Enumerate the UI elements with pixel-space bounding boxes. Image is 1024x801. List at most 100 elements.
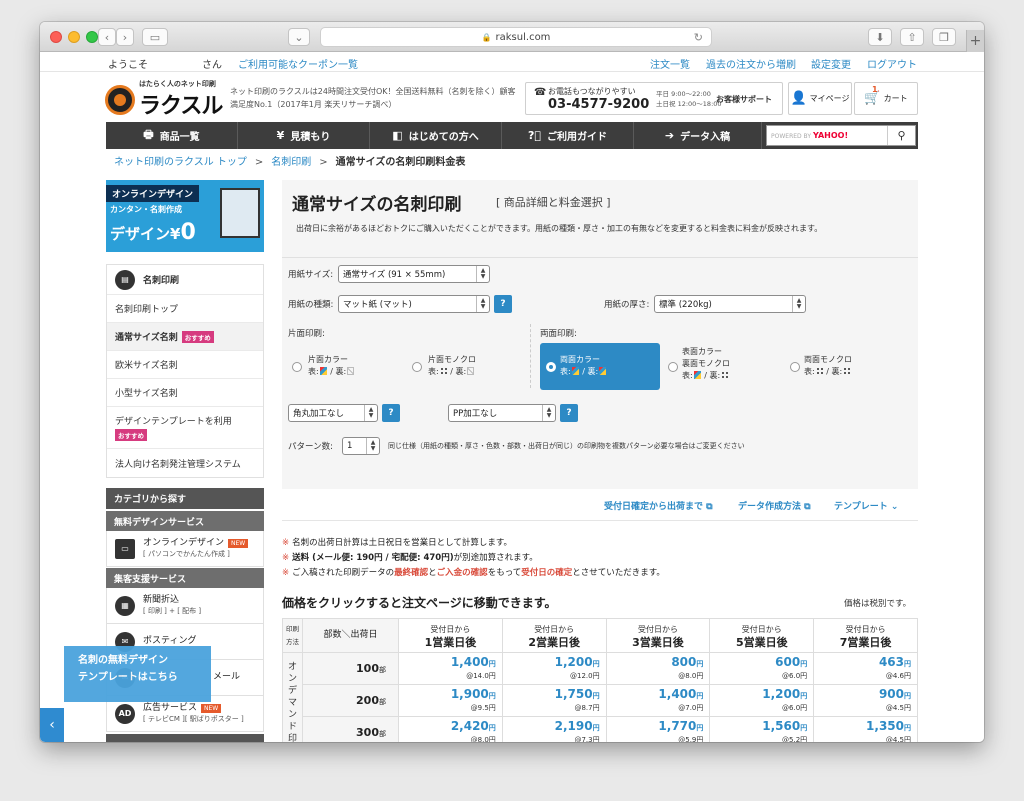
tabs-button[interactable]: ❐ (932, 28, 956, 46)
corner-select[interactable]: 角丸加工なし ▲ ▼ (288, 404, 378, 422)
phone-icon: ☎ (534, 87, 547, 98)
price-value: 1,750円 (503, 688, 600, 702)
price-cell[interactable]: 1,200円 @6.0円 (709, 684, 815, 717)
pp-select[interactable]: PP加工なし ▲ ▼ (448, 404, 556, 422)
nav-beginners[interactable]: ◧ はじめての方へ (370, 122, 502, 149)
welcome-text: ようこそ (108, 60, 148, 71)
reorder-link[interactable]: 過去の注文から増刷 (706, 56, 796, 71)
share-button[interactable]: ⇧ (900, 28, 924, 46)
back-button[interactable]: ‹ (98, 28, 116, 46)
nav-upload[interactable]: ➔ データ入稿 (634, 122, 762, 149)
zoom-window-button[interactable] (86, 31, 98, 43)
pattern-select[interactable]: 1 ▲ ▼ (342, 437, 380, 455)
price-cell[interactable]: 1,560円 @5.2円 (709, 716, 815, 742)
browser-window: ‹ › ▭ ⌄ 🔒 raksul.com ↻ ⬇ ⇧ ❐ + ようこそ さん ご… (40, 22, 984, 742)
order-list-link[interactable]: 注文一覧 (650, 56, 690, 71)
search-button[interactable]: ⚲ (887, 126, 915, 145)
site-search[interactable]: POWERED BY YAHOO! ⚲ (766, 125, 916, 146)
sidebar-item-standard[interactable]: 通常サイズ名刺 おすすめ (107, 323, 263, 351)
thickness-select[interactable]: 標準 (220kg) ▲ ▼ (654, 295, 806, 313)
double-side-label: 両面印刷: (540, 329, 577, 339)
color-swatch-icon (693, 371, 701, 379)
phone-support-box[interactable]: ☎ お電話もつながりやすい 03-4577-9200 平日 9:00〜22:00… (525, 82, 783, 115)
minimize-window-button[interactable] (68, 31, 80, 43)
forward-button[interactable]: › (116, 28, 134, 46)
sidebar-toggle-button[interactable]: ▭ (142, 28, 168, 46)
pp-help-button[interactable]: ? (560, 404, 578, 422)
settings-link[interactable]: 設定変更 (811, 56, 851, 71)
cart-button[interactable]: 🛒 1 カート (854, 82, 918, 115)
reload-icon[interactable]: ↻ (694, 31, 703, 44)
price-amount: 1,400 (658, 686, 697, 701)
shipping-flow-link[interactable]: 受付日確定から出荷まで ⧉ (604, 499, 713, 512)
free-template-promo[interactable]: 名刺の無料デザイン テンプレートはこちら (64, 646, 211, 702)
single-mono-option[interactable]: 片面モノクロ 表: / 裏: (428, 354, 476, 378)
sidebar-item-template[interactable]: デザインテンプレートを利用 おすすめ (107, 407, 263, 449)
day-header: 受付日から 1営業日後 (398, 618, 503, 653)
price-cell[interactable]: 900円 @4.5円 (813, 684, 918, 717)
price-cell[interactable]: 1,900円 @9.5円 (398, 684, 503, 717)
category-text: オンラインデザイン NEW[ パソコンでかんたん作成 ] (143, 538, 249, 560)
price-cell[interactable]: 1,750円 @8.7円 (501, 684, 607, 717)
search-brand: YAHOO! (812, 131, 849, 140)
breadcrumb-meishi[interactable]: 名刺印刷 (271, 157, 311, 168)
sidebar-item-corporate[interactable]: 法人向け名刺発注管理システム (107, 449, 263, 477)
paper-select[interactable]: マット紙 (マット) ▲ ▼ (338, 295, 490, 313)
breadcrumb-home[interactable]: ネット印刷のラクスル トップ (114, 157, 247, 168)
qty-header: 部数＼出荷日 (302, 618, 399, 653)
single-side-label: 片面印刷: (288, 329, 325, 339)
category-sub: [ パソコンでかんたん作成 ] (143, 549, 230, 558)
address-bar[interactable]: 🔒 raksul.com ↻ (320, 27, 712, 47)
price-cell[interactable]: 1,400円 @14.0円 (398, 652, 503, 685)
close-window-button[interactable] (50, 31, 62, 43)
price-cell[interactable]: 800円 @8.0円 (605, 652, 711, 685)
corner-help-button[interactable]: ? (382, 404, 400, 422)
mypage-button[interactable]: 👤 マイページ (788, 82, 852, 115)
price-cell[interactable]: 1,200円 @12.0円 (501, 652, 607, 685)
sidebar-item-small[interactable]: 小型サイズ名刺 (107, 379, 263, 407)
price-cell[interactable]: 1,350円 @4.5円 (813, 716, 918, 742)
sidebar-item-label: 小型サイズ名刺 (115, 389, 178, 399)
hours-weekday: 平日 9:00〜22:00 (656, 90, 711, 98)
price-amount: 463 (878, 654, 904, 669)
double-color-radio[interactable] (546, 362, 556, 372)
logout-link[interactable]: ログアウト (867, 56, 917, 71)
sidebar-item-western[interactable]: 欧米サイズ名刺 (107, 351, 263, 379)
new-tab-button[interactable]: + (966, 30, 984, 52)
paper-help-button[interactable]: ? (494, 295, 512, 313)
sidebar-item-top[interactable]: 名刺印刷トップ (107, 295, 263, 323)
price-value: 1,400円 (607, 686, 703, 702)
nav-guide[interactable]: ?⃝ ご利用ガイド (502, 122, 634, 149)
nav-estimate[interactable]: ¥ 見積もり (238, 122, 370, 149)
coupon-link[interactable]: ご利用可能なクーポン一覧 (238, 56, 358, 71)
price-cell[interactable]: 2,190円 @7.3円 (501, 716, 607, 742)
template-link[interactable]: テンプレート ⌄ (834, 499, 898, 512)
single-mono-radio[interactable] (412, 362, 422, 372)
double-mono-option[interactable]: 両面モノクロ 表: / 裏: (804, 354, 852, 378)
data-guide-link[interactable]: データ作成方法 ⧉ (738, 499, 811, 512)
front-color-back-mono-option[interactable]: 表面カラー 裏面モノクロ 表: / 裏: (682, 346, 730, 382)
price-cell[interactable]: 1,400円 @7.0円 (605, 684, 711, 717)
downloads-button[interactable]: ⬇ (868, 28, 892, 46)
price-cell[interactable]: 463円 @4.6円 (813, 652, 918, 685)
color-swatch-icon (571, 367, 579, 375)
double-mono-radio[interactable] (790, 362, 800, 372)
banner-price: デザイン¥0 (110, 220, 196, 245)
single-color-option[interactable]: 片面カラー 表: / 裏: (308, 354, 355, 378)
price-cell[interactable]: 600円 @6.0円 (709, 652, 815, 685)
logo-text[interactable]: ラクスル (139, 88, 223, 120)
size-select[interactable]: 通常サイズ (91 × 55mm) ▲ ▼ (338, 265, 490, 283)
nav-products[interactable]: 🖶 商品一覧 (106, 122, 238, 149)
category-newspaper[interactable]: ▦ 新聞折込[ 印刷 ] + [ 配布 ] (106, 588, 264, 624)
price-cell[interactable]: 2,420円 @8.0円 (398, 716, 503, 742)
day-header: 受付日から 3営業日後 (605, 618, 711, 653)
double-color-option[interactable]: 両面カラー 表: / 裏: (540, 343, 660, 390)
pocket-button[interactable]: ⌄ (288, 28, 310, 46)
front-color-back-mono-radio[interactable] (668, 362, 678, 372)
raksul-logo-icon[interactable] (105, 85, 135, 115)
collapse-promo-button[interactable]: ‹ (40, 708, 64, 742)
price-cell[interactable]: 1,770円 @5.9円 (605, 716, 711, 742)
online-design-banner[interactable]: オンラインデザイン カンタン・名刺作成 デザイン¥0 (106, 180, 264, 252)
single-color-radio[interactable] (292, 362, 302, 372)
category-online-design[interactable]: ▭ オンラインデザイン NEW[ パソコンでかんたん作成 ] (106, 531, 264, 567)
